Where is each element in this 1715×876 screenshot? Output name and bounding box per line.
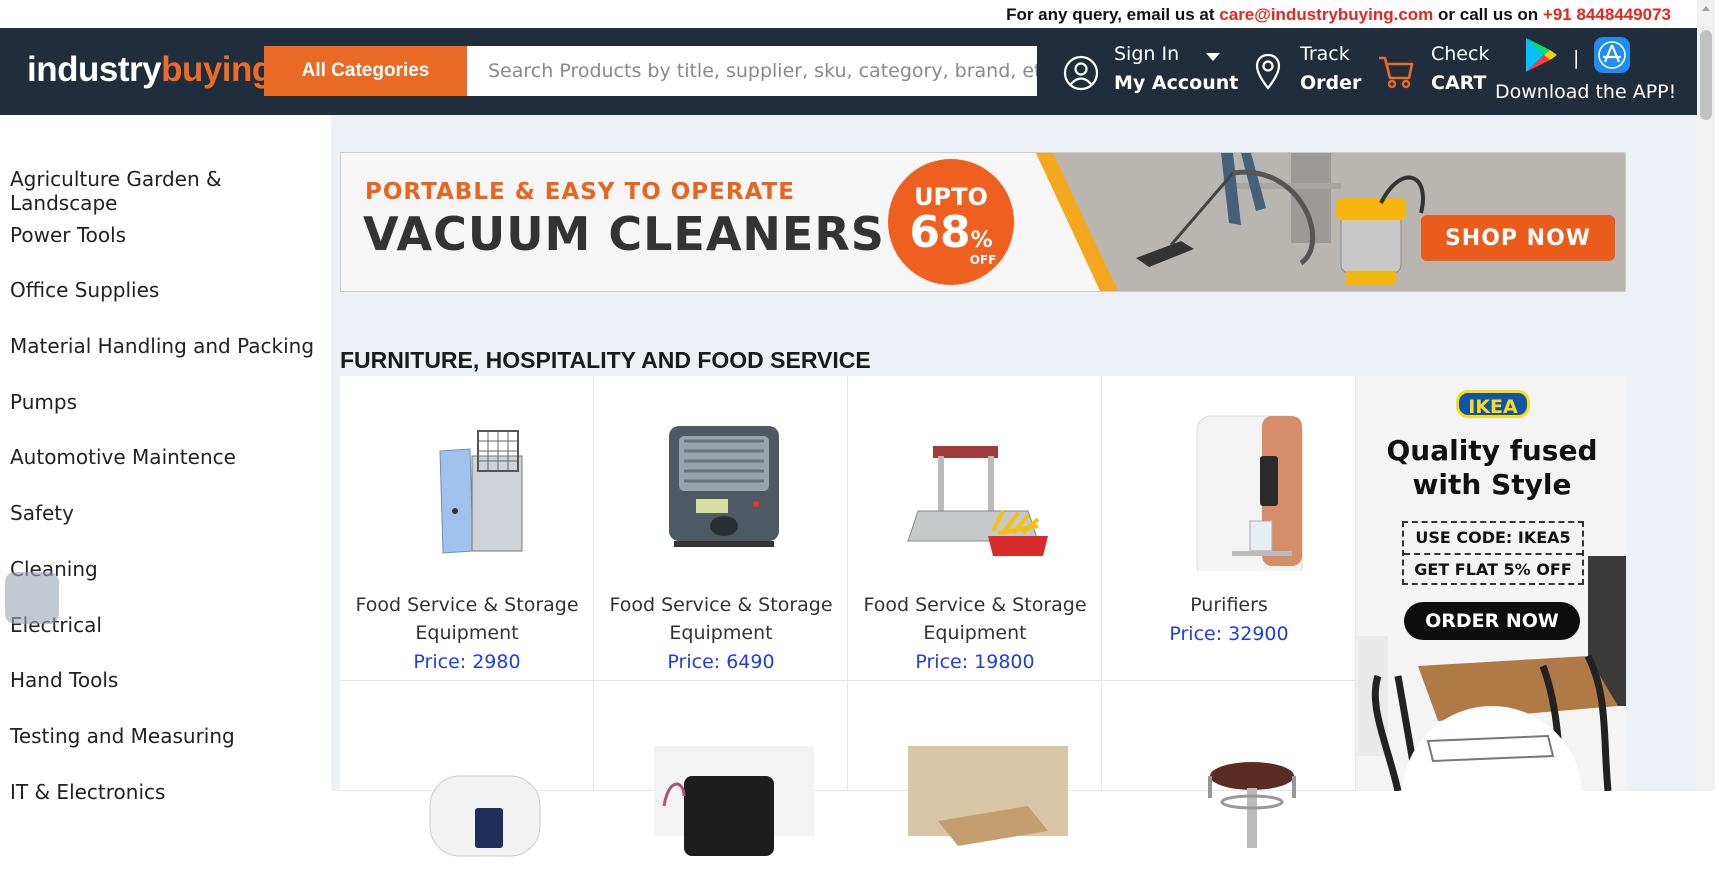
floating-widget-button[interactable] [5, 572, 59, 624]
main-content: PORTABLE & EASY TO OPERATE VACUUM CLEANE… [331, 115, 1697, 857]
contact-strip: For any query, email us at care@industry… [0, 0, 1697, 28]
category-sidebar: Agriculture Garden & Landscape Power Too… [0, 115, 331, 804]
contact-phone-link[interactable]: +91 8448449073 [1543, 5, 1671, 24]
product-card[interactable] [1102, 681, 1356, 848]
account-menu[interactable]: Sign In My Account [1114, 40, 1238, 98]
ikea-coupon-code: USE CODE: IKEA5 [1404, 523, 1582, 555]
cart-label: CART [1431, 72, 1487, 94]
site-header: industrybuying All Categories Sign In My… [0, 28, 1697, 115]
product-card[interactable]: Food Service & Storage Equipment Price: … [848, 376, 1102, 681]
product-name: Purifiers [1190, 594, 1268, 616]
sidebar-item-pumps[interactable]: Pumps [0, 390, 331, 446]
product-name: Food Service & Storage Equipment [609, 594, 833, 644]
discount-percent: 68 [909, 207, 971, 258]
page-scrollbar[interactable] [1697, 0, 1715, 791]
bar-stool-image [1208, 762, 1296, 848]
logo-text-industry: industry [27, 50, 162, 89]
banner-headline: VACUUM CLEANERS [363, 207, 885, 261]
signin-label: Sign In [1114, 43, 1180, 65]
shop-now-button[interactable]: SHOP NOW [1421, 215, 1615, 261]
ikea-coupon-box: USE CODE: IKEA5 GET FLAT 5% OFF [1402, 521, 1584, 585]
ikea-promo-banner[interactable]: IKEA Quality fused with Style USE CODE: … [1358, 376, 1626, 791]
ikea-headline-2: with Style [1412, 468, 1572, 501]
logo-text-buying: buying [161, 50, 273, 89]
contact-middle: or call us on [1433, 5, 1543, 24]
product-name: Food Service & Storage Equipment [863, 594, 1087, 644]
discount-badge: UPTO 68% OFF [888, 159, 1014, 285]
sidebar-item-testing[interactable]: Testing and Measuring [0, 724, 331, 780]
sidebar-item-power-tools[interactable]: Power Tools [0, 223, 331, 279]
vacuum-promo-banner[interactable]: PORTABLE & EASY TO OPERATE VACUUM CLEANE… [340, 152, 1626, 292]
fry-warmer-image [907, 446, 1048, 556]
contact-email-link[interactable]: care@industrybuying.com [1219, 5, 1433, 24]
download-app-label[interactable]: Download the APP! [1495, 78, 1676, 107]
sidebar-item-hand-tools[interactable]: Hand Tools [0, 668, 331, 724]
search-input[interactable] [467, 46, 1037, 96]
section-title: FURNITURE, HOSPITALITY AND FOOD SERVICE [340, 347, 871, 373]
check-label: Check [1431, 43, 1490, 65]
product-price: Price: 2980 [413, 651, 521, 673]
tray-image [908, 746, 1068, 846]
user-icon[interactable] [1063, 55, 1099, 91]
product-card[interactable] [594, 681, 848, 856]
toaster-image [669, 426, 779, 547]
scroll-up-arrow-icon[interactable] [1702, 6, 1710, 11]
ikea-logo: IKEA [1456, 390, 1530, 418]
discount-percent-sign: % [970, 228, 993, 253]
scrollbar-thumb[interactable] [1700, 30, 1712, 120]
water-purifier-image [1196, 415, 1303, 571]
kettle-image [654, 746, 814, 856]
sidebar-item-material-handling[interactable]: Material Handling and Packing [0, 334, 331, 390]
fryer-image [439, 430, 523, 554]
chevron-down-icon[interactable] [1204, 51, 1222, 63]
track-label: Track [1300, 43, 1350, 65]
sidebar-item-safety[interactable]: Safety [0, 501, 331, 557]
track-order-link[interactable]: Track Order [1300, 40, 1361, 98]
all-categories-button[interactable]: All Categories [264, 46, 467, 96]
product-card[interactable]: Food Service & Storage Equipment Price: … [594, 376, 848, 681]
order-now-button[interactable]: ORDER NOW [1404, 602, 1580, 640]
contact-prefix: For any query, email us at [1006, 5, 1220, 24]
sidebar-item-automotive[interactable]: Automotive Maintence [0, 445, 331, 501]
product-price: Price: 19800 [915, 651, 1035, 673]
product-name: Food Service & Storage Equipment [355, 594, 579, 644]
product-card[interactable] [848, 681, 1102, 846]
app-store-icon[interactable] [1593, 36, 1631, 74]
sidebar-item-it-electronics[interactable]: IT & Electronics [0, 780, 331, 836]
cart-link[interactable]: Check CART [1431, 40, 1489, 98]
order-label: Order [1300, 72, 1362, 94]
ikea-headline-1: Quality fused [1386, 434, 1598, 467]
sidebar-item-office-supplies[interactable]: Office Supplies [0, 278, 331, 334]
product-card[interactable]: Purifiers Price: 32900 [1102, 376, 1356, 681]
my-account-label: My Account [1114, 72, 1239, 94]
product-grid: Food Service & Storage Equipment Price: … [340, 376, 1358, 857]
cart-icon[interactable] [1377, 54, 1415, 90]
banner-tagline: PORTABLE & EASY TO OPERATE [365, 179, 795, 205]
app-separator: | [1573, 47, 1580, 69]
dispenser-image [429, 775, 541, 857]
google-play-icon[interactable] [1523, 36, 1559, 74]
site-logo[interactable]: industrybuying [27, 50, 273, 90]
product-card[interactable] [340, 681, 594, 857]
product-price: Price: 6490 [667, 651, 775, 673]
sidebar-item-agriculture[interactable]: Agriculture Garden & Landscape [0, 167, 331, 223]
ikea-coupon-offer: GET FLAT 5% OFF [1414, 560, 1572, 579]
product-card[interactable]: Food Service & Storage Equipment Price: … [340, 376, 594, 681]
location-pin-icon[interactable] [1253, 52, 1283, 92]
product-price: Price: 32900 [1169, 623, 1289, 645]
